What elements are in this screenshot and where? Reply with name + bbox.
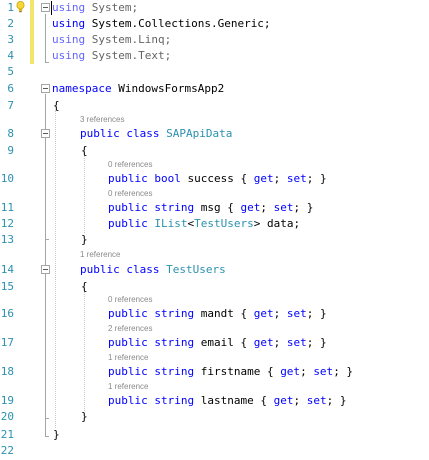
line-number: 14 [0,263,14,276]
property-declaration: public string firstname { get; set; } [108,365,354,378]
property-declaration: public string msg { get; set; } [108,201,314,214]
line-number: 8 [7,127,14,140]
property-declaration: public string mandt { get; set; } [108,307,327,320]
code-line[interactable]: 8 public class SAPApiData [0,126,429,142]
line-number: 15 [0,280,14,293]
codelens-references[interactable]: 3 references [80,115,124,125]
codelens-references[interactable]: 1 reference [108,353,148,363]
code-line[interactable]: 11 public string msg { get; set; } [0,200,429,216]
lightbulb-icon[interactable] [16,1,25,13]
property-declaration: public string email { get; set; } [108,336,327,349]
code-line[interactable]: 14 public class TestUsers [0,262,429,278]
code-line[interactable]: 6 namespace WindowsFormsApp2 [0,81,429,97]
code-line[interactable]: 5 [0,64,429,80]
code-line[interactable]: 22 [0,443,429,459]
line-number: 1 [7,1,14,14]
line-number: 4 [7,49,14,62]
codelens-references[interactable]: 2 references [108,324,152,334]
namespace-declaration: namespace WindowsFormsApp2 [52,82,225,95]
line-number: 20 [0,410,14,423]
line-number: 16 [0,307,14,320]
line-number: 11 [0,201,14,214]
code-line[interactable]: 12 public IList<TestUsers> data; [0,216,429,232]
line-number: 9 [7,144,14,157]
using-directive: using System.Collections.Generic; [52,17,271,30]
line-number: 22 [0,444,14,457]
code-line[interactable]: 1 using System; [0,0,429,16]
open-brace: { [81,144,88,157]
code-line[interactable]: 20 } [0,409,429,425]
class-declaration: public class SAPApiData [80,127,233,140]
code-line[interactable]: 10 public bool success { get; set; } [0,171,429,187]
open-brace: { [53,99,60,112]
line-number: 7 [7,99,14,112]
line-number: 21 [0,428,14,441]
property-declaration: public bool success { get; set; } [108,172,327,185]
codelens-references[interactable]: 0 references [108,295,152,305]
line-number: 10 [0,172,14,185]
code-line[interactable]: 9 { [0,143,429,159]
line-number: 13 [0,233,14,246]
code-line[interactable]: 7 { [0,98,429,114]
line-number: 6 [7,82,14,95]
code-line[interactable]: 15 { [0,279,429,295]
codelens-references[interactable]: 1 reference [80,250,120,260]
using-directive: using System.Text; [52,49,172,62]
code-line[interactable]: 21 } [0,427,429,443]
code-line[interactable]: 2 using System.Collections.Generic; [0,16,429,32]
code-line[interactable]: 19 public string lastname { get; set; } [0,393,429,409]
code-line[interactable]: 17 public string email { get; set; } [0,335,429,351]
codelens-references[interactable]: 1 reference [108,382,148,392]
code-line[interactable]: 18 public string firstname { get; set; } [0,364,429,380]
using-directive: using System; [52,1,139,14]
line-number: 3 [7,33,14,46]
property-declaration: public string lastname { get; set; } [108,394,347,407]
code-line[interactable]: 4 using System.Text; [0,48,429,64]
field-declaration: public IList<TestUsers> data; [108,217,301,230]
code-line[interactable]: 13 } [0,232,429,248]
code-editor[interactable]: 1 using System; 2 using System.Collectio… [0,0,429,460]
close-brace: } [81,410,88,423]
open-brace: { [81,280,88,293]
line-number: 12 [0,217,14,230]
line-number: 17 [0,336,14,349]
close-brace: } [81,233,88,246]
close-brace: } [53,428,60,441]
codelens-references[interactable]: 0 references [108,189,152,199]
code-line[interactable]: 3 using System.Linq; [0,32,429,48]
codelens-references[interactable]: 0 references [108,160,152,170]
code-line[interactable]: 16 public string mandt { get; set; } [0,306,429,322]
line-number: 18 [0,365,14,378]
line-number: 5 [7,65,14,78]
line-number: 19 [0,394,14,407]
class-declaration: public class TestUsers [80,263,226,276]
line-number: 2 [7,17,14,30]
using-directive: using System.Linq; [52,33,172,46]
